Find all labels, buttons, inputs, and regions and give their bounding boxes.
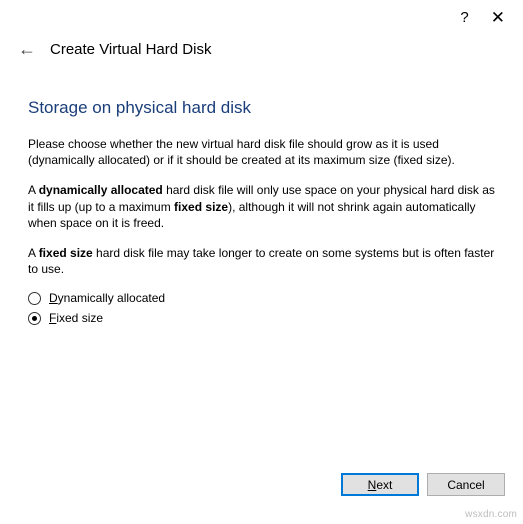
option-dynamically-allocated[interactable]: Dynamically allocated bbox=[28, 291, 495, 305]
wizard-header: ← Create Virtual Hard Disk bbox=[0, 34, 523, 70]
back-arrow-icon[interactable]: ← bbox=[18, 40, 36, 58]
wizard-title: Create Virtual Hard Disk bbox=[50, 41, 211, 58]
radio-icon[interactable] bbox=[28, 292, 41, 305]
next-button[interactable]: Next bbox=[341, 473, 419, 496]
description-paragraph-1: Please choose whether the new virtual ha… bbox=[28, 136, 495, 168]
wizard-content: Storage on physical hard disk Please cho… bbox=[0, 98, 523, 325]
option-label: Dynamically allocated bbox=[49, 291, 165, 305]
option-fixed-size[interactable]: Fixed size bbox=[28, 311, 495, 325]
help-icon[interactable]: ? bbox=[460, 10, 468, 25]
radio-icon[interactable] bbox=[28, 312, 41, 325]
watermark: wsxdn.com bbox=[465, 509, 517, 520]
description-paragraph-2: A dynamically allocated hard disk file w… bbox=[28, 182, 495, 231]
wizard-footer: Next Cancel bbox=[341, 473, 505, 496]
close-icon[interactable]: ✕ bbox=[491, 9, 505, 26]
title-bar: ? ✕ bbox=[0, 0, 523, 34]
storage-options: Dynamically allocated Fixed size bbox=[28, 291, 495, 325]
description-paragraph-3: A fixed size hard disk file may take lon… bbox=[28, 245, 495, 277]
option-label: Fixed size bbox=[49, 311, 103, 325]
cancel-button[interactable]: Cancel bbox=[427, 473, 505, 496]
section-title: Storage on physical hard disk bbox=[28, 98, 495, 118]
